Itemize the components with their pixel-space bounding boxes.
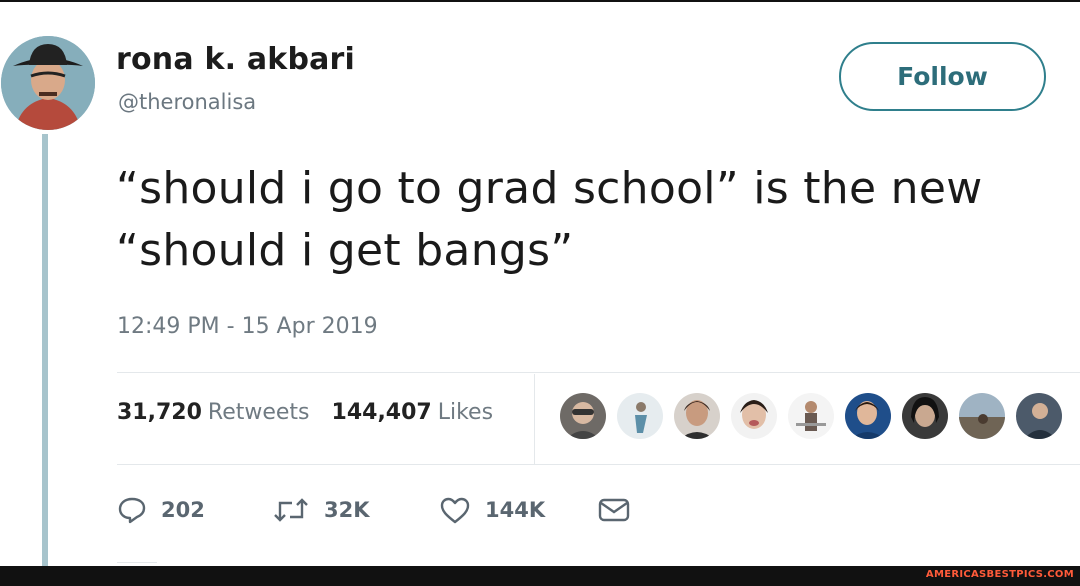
reply-button[interactable]: 202 bbox=[117, 496, 272, 524]
direct-message-button[interactable] bbox=[597, 496, 645, 524]
like-button[interactable]: 144K bbox=[439, 496, 597, 524]
liker-avatar[interactable] bbox=[560, 393, 606, 439]
reply-count: 202 bbox=[161, 498, 205, 522]
likes-stat[interactable]: 144,407 Likes bbox=[332, 400, 494, 425]
liker-avatar[interactable] bbox=[902, 393, 948, 439]
retweets-stat[interactable]: 31,720 Retweets bbox=[117, 400, 310, 425]
heart-icon bbox=[440, 497, 470, 524]
divider bbox=[117, 464, 1080, 465]
retweet-count: 32K bbox=[324, 498, 370, 522]
liker-avatars bbox=[560, 393, 1062, 439]
top-border bbox=[0, 0, 1080, 2]
liker-avatar[interactable] bbox=[845, 393, 891, 439]
tweet-text-line-1: “should i go to grad school” is the new bbox=[116, 163, 983, 214]
follow-button[interactable]: Follow bbox=[839, 42, 1046, 111]
tweet-timestamp[interactable]: 12:49 PM - 15 Apr 2019 bbox=[117, 314, 378, 339]
likes-count: 144,407 bbox=[331, 400, 432, 425]
liker-avatar[interactable] bbox=[959, 393, 1005, 439]
liker-avatar[interactable] bbox=[1016, 393, 1062, 439]
author-name[interactable]: rona k. akbari bbox=[116, 42, 355, 77]
author-handle[interactable]: @theronalisa bbox=[118, 90, 256, 114]
retweets-label: Retweets bbox=[207, 400, 310, 425]
watermark: AMERICASBESTPICS.COM bbox=[925, 569, 1074, 580]
stats-separator bbox=[534, 374, 535, 464]
tweet-actions: 202 32K 144K bbox=[117, 496, 645, 524]
reply-icon bbox=[118, 497, 146, 524]
tweet-text-line-2: “should i get bangs” bbox=[116, 225, 574, 276]
liker-avatar[interactable] bbox=[788, 393, 834, 439]
liker-avatar[interactable] bbox=[674, 393, 720, 439]
thread-line bbox=[42, 134, 48, 566]
tweet-text: “should i go to grad school” is the new … bbox=[116, 158, 1066, 282]
retweets-count: 31,720 bbox=[117, 400, 202, 425]
message-icon bbox=[598, 498, 630, 522]
watermark-bar bbox=[0, 566, 1080, 586]
likes-label: Likes bbox=[437, 400, 494, 425]
divider bbox=[117, 562, 157, 563]
author-avatar[interactable] bbox=[1, 36, 95, 130]
like-count: 144K bbox=[485, 498, 546, 522]
retweet-icon bbox=[274, 498, 308, 522]
retweet-button[interactable]: 32K bbox=[272, 496, 439, 524]
tweet-stats: 31,720 Retweets 144,407 Likes bbox=[117, 400, 493, 425]
liker-avatar[interactable] bbox=[731, 393, 777, 439]
divider bbox=[117, 372, 1080, 373]
liker-avatar[interactable] bbox=[617, 393, 663, 439]
